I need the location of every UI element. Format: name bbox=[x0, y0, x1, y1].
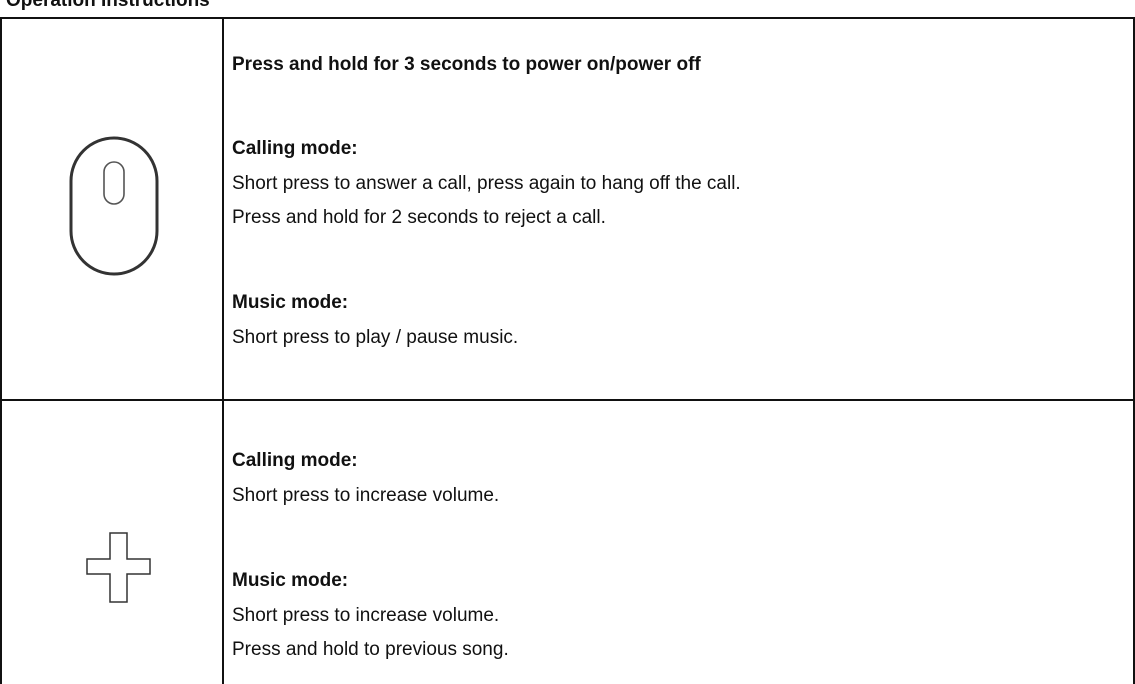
music-play-instruction: Short press to play / pause music. bbox=[232, 327, 519, 348]
music-previous-song-instruction: Press and hold to previous song. bbox=[232, 639, 509, 660]
icon-cell bbox=[2, 399, 224, 684]
power-instruction: Press and hold for 3 seconds to power on… bbox=[232, 54, 701, 75]
table-row-plus-button: Calling mode: Short press to increase vo… bbox=[0, 399, 1135, 684]
music-mode-label: Music mode: bbox=[232, 570, 349, 591]
music-volume-instruction: Short press to increase volume. bbox=[232, 605, 500, 626]
description-cell: Press and hold for 3 seconds to power on… bbox=[224, 19, 1133, 399]
music-mode-label: Music mode: bbox=[232, 292, 349, 313]
power-button-icon bbox=[69, 136, 159, 276]
calling-mode-label: Calling mode: bbox=[232, 450, 358, 471]
plus-button-icon bbox=[86, 532, 151, 603]
calling-reject-instruction: Press and hold for 2 seconds to reject a… bbox=[232, 207, 606, 228]
button-instructions-table: Press and hold for 3 seconds to power on… bbox=[0, 17, 1135, 684]
calling-volume-instruction: Short press to increase volume. bbox=[232, 485, 500, 506]
calling-mode-label: Calling mode: bbox=[232, 138, 358, 159]
table-row-power-button: Press and hold for 3 seconds to power on… bbox=[0, 17, 1135, 401]
section-heading: Operation Instructions bbox=[6, 0, 210, 11]
description-cell: Calling mode: Short press to increase vo… bbox=[224, 399, 1133, 684]
calling-answer-instruction: Short press to answer a call, press agai… bbox=[232, 173, 741, 194]
icon-cell bbox=[2, 19, 224, 399]
